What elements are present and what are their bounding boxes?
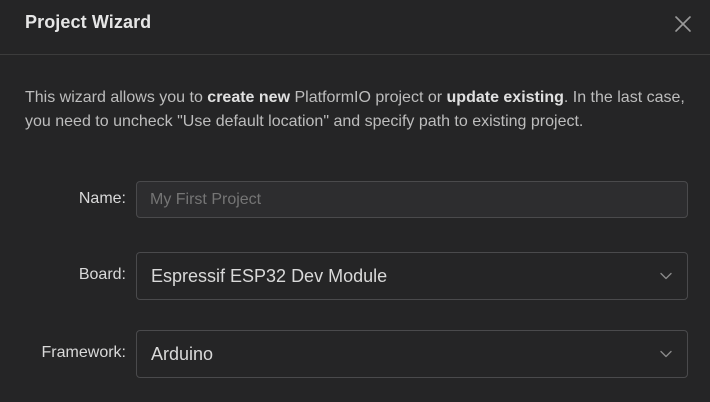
intro-emphasis-create: create new bbox=[207, 89, 291, 106]
project-wizard-dialog: Project Wizard This wizard allows you to… bbox=[0, 0, 710, 402]
intro-text-part: PlatformIO project or bbox=[290, 89, 447, 106]
dialog-title: Project Wizard bbox=[25, 12, 152, 32]
chevron-down-icon bbox=[660, 272, 672, 280]
chevron-down-icon bbox=[660, 350, 672, 358]
board-label-text: Board bbox=[78, 266, 122, 283]
label-colon: : bbox=[121, 190, 126, 207]
intro-text: This wizard allows you to create new Pla… bbox=[25, 86, 685, 134]
framework-label-text: Framework bbox=[41, 344, 122, 361]
board-label: Board: bbox=[79, 266, 126, 284]
intro-emphasis-update: update existing bbox=[446, 89, 564, 106]
close-button[interactable] bbox=[672, 13, 694, 35]
framework-label: Framework: bbox=[42, 344, 126, 362]
name-label: Name: bbox=[79, 190, 126, 208]
board-select[interactable]: Espressif ESP32 Dev Module bbox=[136, 252, 688, 300]
dialog-header: Project Wizard bbox=[0, 0, 710, 55]
framework-select[interactable]: Arduino bbox=[136, 330, 688, 378]
label-colon: : bbox=[121, 344, 126, 361]
board-selected-value: Espressif ESP32 Dev Module bbox=[151, 266, 388, 286]
project-name-input[interactable] bbox=[136, 181, 688, 218]
label-colon: : bbox=[121, 266, 126, 283]
name-label-text: Name bbox=[78, 190, 122, 207]
intro-text-part: This wizard allows you to bbox=[25, 89, 208, 106]
framework-selected-value: Arduino bbox=[151, 344, 214, 364]
close-icon bbox=[675, 16, 691, 32]
